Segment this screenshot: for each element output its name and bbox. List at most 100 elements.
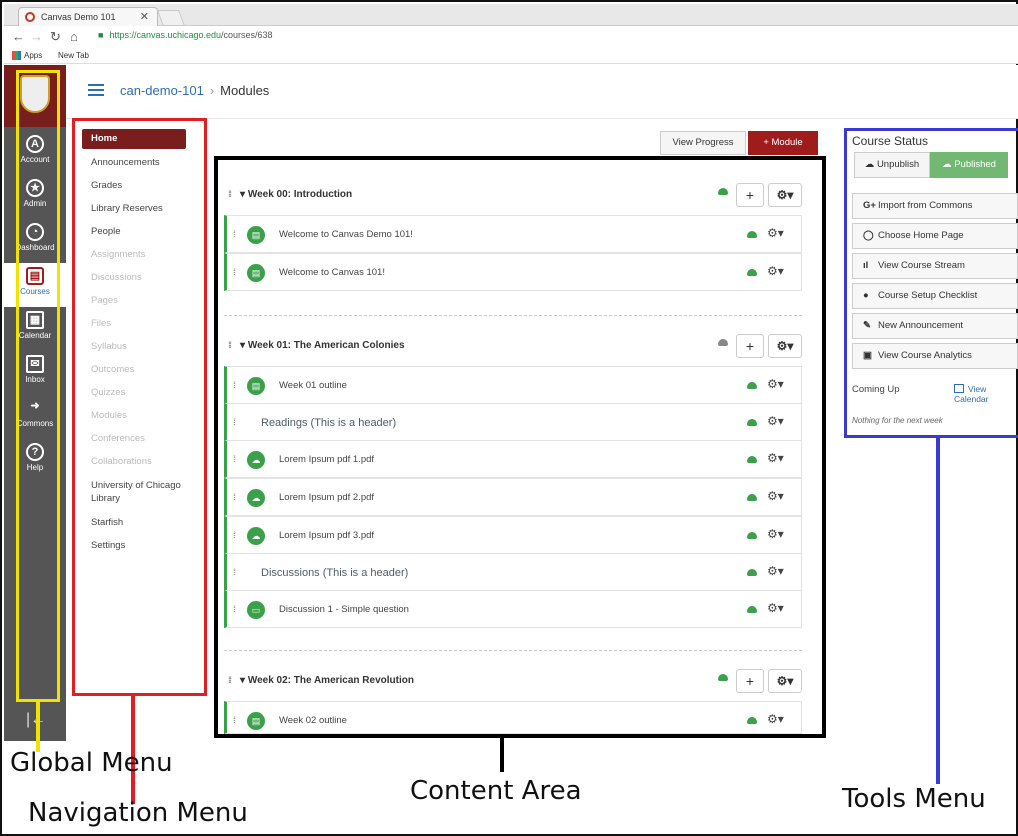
drag-handle-icon[interactable]: ⁞⁞ <box>233 567 236 577</box>
published-cloud-icon[interactable] <box>747 717 757 724</box>
item-settings-gear-icon[interactable]: ⚙▾ <box>767 377 784 391</box>
published-cloud-icon[interactable] <box>747 456 757 463</box>
add-module-button[interactable]: + Module <box>748 131 818 155</box>
course-nav-announcements[interactable]: Announcements <box>82 153 186 173</box>
module-item-link[interactable]: Welcome to Canvas 101! <box>279 267 385 278</box>
module-item-link[interactable]: Welcome to Canvas Demo 101! <box>279 229 413 240</box>
published-cloud-icon[interactable] <box>747 569 757 576</box>
bookmark-new-tab[interactable]: New Tab <box>58 51 89 60</box>
add-item-button[interactable]: + <box>736 183 764 207</box>
published-cloud-icon[interactable] <box>747 231 757 238</box>
course-nav-library-reserves[interactable]: Library Reserves <box>82 199 186 219</box>
reload-icon[interactable]: ↻ <box>50 29 61 45</box>
module-item[interactable]: ⁞⁞ ▤ Welcome to Canvas Demo 101! ⚙▾ <box>224 215 802 253</box>
global-nav-dashboard[interactable]: ◔ Dashboard <box>4 219 66 263</box>
unpublished-cloud-icon[interactable] <box>718 339 728 346</box>
item-settings-gear-icon[interactable]: ⚙▾ <box>767 527 784 541</box>
module-header-week-00[interactable]: ⁞⁞ ▾ Week 00: Introduction + ⚙▾ <box>224 177 802 213</box>
item-settings-gear-icon[interactable]: ⚙▾ <box>767 451 784 465</box>
course-nav-pages[interactable]: Pages <box>82 291 186 311</box>
item-settings-gear-icon[interactable]: ⚙▾ <box>767 564 784 578</box>
hamburger-menu-icon[interactable] <box>88 84 104 96</box>
module-item[interactable]: ⁞⁞ ☁ Lorem Ipsum pdf 1.pdf ⚙▾ <box>224 440 802 478</box>
module-header-week-01[interactable]: ⁞⁞ ▾ Week 01: The American Colonies + ⚙▾ <box>224 328 802 364</box>
drag-handle-icon[interactable]: ⁞⁞ <box>233 604 236 614</box>
course-nav-grades[interactable]: Grades <box>82 176 186 196</box>
drag-handle-icon[interactable]: ⁞⁞ <box>233 454 236 464</box>
published-cloud-icon[interactable] <box>718 188 728 195</box>
course-nav-discussions[interactable]: Discussions <box>82 268 186 288</box>
module-settings-gear-icon[interactable]: ⚙▾ <box>768 183 802 207</box>
course-nav-settings[interactable]: Settings <box>82 536 186 556</box>
global-nav-courses[interactable]: ▤ Courses <box>4 263 66 307</box>
global-nav-inbox[interactable]: ✉ Inbox <box>4 351 66 395</box>
close-tab-icon[interactable]: ✕ <box>140 10 149 23</box>
module-settings-gear-icon[interactable]: ⚙▾ <box>768 669 802 693</box>
drag-handle-icon[interactable]: ⁞⁞ <box>233 530 236 540</box>
new-tab-button[interactable] <box>157 10 185 26</box>
add-item-button[interactable]: + <box>736 669 764 693</box>
view-calendar-link[interactable]: View Calendar <box>954 384 1018 404</box>
published-cloud-icon[interactable] <box>747 269 757 276</box>
drag-handle-icon[interactable]: ⁞⁞ <box>228 189 232 199</box>
course-nav-modules[interactable]: Modules <box>82 406 186 426</box>
module-item-link[interactable]: Lorem Ipsum pdf 2.pdf <box>279 492 374 503</box>
drag-handle-icon[interactable]: ⁞⁞ <box>228 340 232 350</box>
global-nav-commons[interactable]: ➜ Commons <box>4 395 66 439</box>
module-settings-gear-icon[interactable]: ⚙▾ <box>768 334 802 358</box>
global-nav-help[interactable]: ? Help <box>4 439 66 483</box>
add-item-button[interactable]: + <box>736 334 764 358</box>
module-item-link[interactable]: Lorem Ipsum pdf 3.pdf <box>279 530 374 541</box>
unpublish-button[interactable]: ☁ Unpublish <box>854 152 930 178</box>
course-nav-conferences[interactable]: Conferences <box>82 429 186 449</box>
drag-handle-icon[interactable]: ⁞⁞ <box>233 229 236 239</box>
back-icon[interactable]: ← <box>12 29 25 44</box>
forward-icon[interactable]: → <box>30 29 43 44</box>
module-header-week-02[interactable]: ⁞⁞ ▾ Week 02: The American Revolution + … <box>224 663 802 699</box>
new-announcement-button[interactable]: ✎ New Announcement <box>852 313 1018 339</box>
university-logo[interactable] <box>4 65 66 127</box>
item-settings-gear-icon[interactable]: ⚙▾ <box>767 414 784 428</box>
item-settings-gear-icon[interactable]: ⚙▾ <box>767 489 784 503</box>
module-item-link[interactable]: Week 01 outline <box>279 380 347 391</box>
module-item[interactable]: ⁞⁞ ▤ Week 01 outline ⚙▾ <box>224 366 802 404</box>
published-cloud-icon[interactable] <box>718 674 728 681</box>
course-nav-starfish[interactable]: Starfish <box>82 513 186 533</box>
global-nav-account[interactable]: A Account <box>4 131 66 175</box>
item-settings-gear-icon[interactable]: ⚙▾ <box>767 226 784 240</box>
published-cloud-icon[interactable] <box>747 419 757 426</box>
browser-tab[interactable]: Canvas Demo 101 ✕ <box>18 7 158 26</box>
published-cloud-icon[interactable] <box>747 382 757 389</box>
course-nav-collaborations[interactable]: Collaborations <box>82 452 186 472</box>
module-item[interactable]: ⁞⁞ ☁ Lorem Ipsum pdf 2.pdf ⚙▾ <box>224 478 802 516</box>
item-settings-gear-icon[interactable]: ⚙▾ <box>767 264 784 278</box>
view-course-analytics-button[interactable]: ▣ View Course Analytics <box>852 343 1018 369</box>
module-item[interactable]: ⁞⁞ ▤ Welcome to Canvas 101! ⚙▾ <box>224 253 802 291</box>
course-nav-uchicago-library[interactable]: University of Chicago Library <box>82 475 186 509</box>
drag-handle-icon[interactable]: ⁞⁞ <box>233 380 236 390</box>
choose-home-page-button[interactable]: ◯ Choose Home Page <box>852 223 1018 249</box>
module-item-link[interactable]: Lorem Ipsum pdf 1.pdf <box>279 454 374 465</box>
course-nav-assignments[interactable]: Assignments <box>82 245 186 265</box>
drag-handle-icon[interactable]: ⁞⁞ <box>233 267 236 277</box>
url-field[interactable]: ■ https://canvas.uchicago.edu/courses/638 <box>98 30 273 40</box>
global-nav-admin[interactable]: ★ Admin <box>4 175 66 219</box>
published-cloud-icon[interactable] <box>747 532 757 539</box>
module-item[interactable]: ⁞⁞ ▤ Week 02 outline ⚙▾ <box>224 701 802 734</box>
drag-handle-icon[interactable]: ⁞⁞ <box>233 492 236 502</box>
view-progress-button[interactable]: View Progress <box>660 131 746 155</box>
bookmark-apps[interactable]: Apps <box>24 51 42 60</box>
drag-handle-icon[interactable]: ⁞⁞ <box>228 675 232 685</box>
home-icon[interactable]: ⌂ <box>70 29 78 44</box>
published-button[interactable]: ☁ Published <box>930 152 1008 178</box>
course-nav-files[interactable]: Files <box>82 314 186 334</box>
course-nav-home[interactable]: Home <box>82 129 186 149</box>
module-item-link[interactable]: Discussion 1 - Simple question <box>279 604 409 615</box>
published-cloud-icon[interactable] <box>747 606 757 613</box>
drag-handle-icon[interactable]: ⁞⁞ <box>233 417 236 427</box>
course-nav-quizzes[interactable]: Quizzes <box>82 383 186 403</box>
module-item-link[interactable]: Week 02 outline <box>279 715 347 726</box>
module-item[interactable]: ⁞⁞ ☁ Lorem Ipsum pdf 3.pdf ⚙▾ <box>224 516 802 554</box>
module-item[interactable]: ⁞⁞ ▭ Discussion 1 - Simple question ⚙▾ <box>224 590 802 628</box>
course-nav-outcomes[interactable]: Outcomes <box>82 360 186 380</box>
